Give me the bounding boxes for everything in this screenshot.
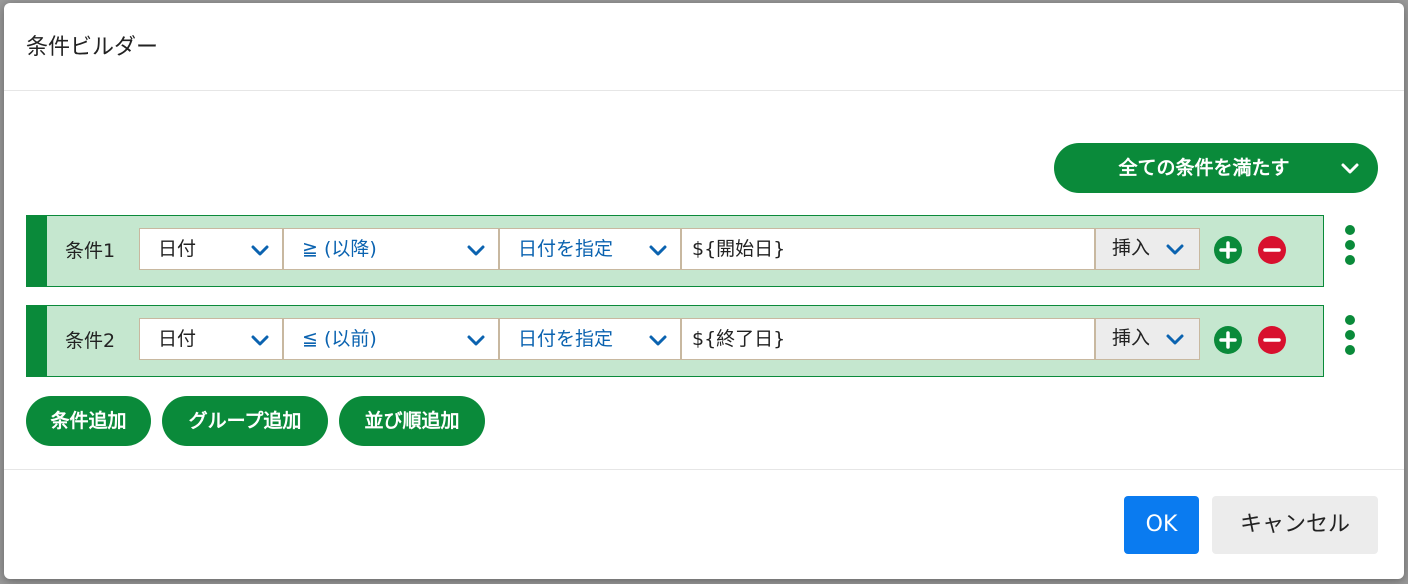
- row-accent-stripe: [27, 306, 47, 376]
- add-sort-button[interactable]: 並び順追加: [339, 396, 485, 446]
- value-type-select-value: 日付を指定: [518, 328, 614, 350]
- field-select[interactable]: 日付: [139, 318, 283, 360]
- ok-button[interactable]: OK: [1124, 496, 1199, 554]
- insert-menu-button[interactable]: 挿入: [1095, 318, 1200, 360]
- remove-condition-icon[interactable]: [1258, 236, 1286, 264]
- add-condition-button[interactable]: 条件追加: [26, 396, 151, 446]
- match-mode-select[interactable]: 全ての条件を満たす: [1054, 143, 1378, 193]
- condition-value-text: ${開始日}: [692, 238, 786, 260]
- row-menu-icon[interactable]: [1340, 225, 1360, 269]
- operator-select-value: ≦ (以前): [302, 328, 377, 350]
- operator-select[interactable]: ≧ (以降): [283, 228, 499, 270]
- chevron-down-icon: [467, 245, 485, 256]
- condition-value-input[interactable]: ${終了日}: [681, 318, 1095, 360]
- chevron-down-icon: [1341, 163, 1359, 174]
- chevron-down-icon: [649, 335, 667, 346]
- insert-button-label: 挿入: [1112, 327, 1151, 349]
- chevron-down-icon: [1166, 334, 1184, 345]
- add-group-button[interactable]: グループ追加: [162, 396, 328, 446]
- chevron-down-icon: [649, 245, 667, 256]
- row-menu-icon[interactable]: [1340, 315, 1360, 359]
- value-type-select[interactable]: 日付を指定: [499, 318, 681, 360]
- match-mode-label: 全ての条件を満たす: [1118, 157, 1290, 179]
- condition-label: 条件1: [65, 240, 116, 262]
- dialog-header: 条件ビルダー: [4, 3, 1404, 91]
- row-accent-stripe: [27, 216, 47, 286]
- condition-label: 条件2: [65, 330, 116, 352]
- chevron-down-icon: [251, 245, 269, 256]
- field-select[interactable]: 日付: [139, 228, 283, 270]
- chevron-down-icon: [467, 335, 485, 346]
- condition-row-1: 条件1 日付 ≧ (以降) 日付を指定 ${開始日} 挿入: [26, 215, 1324, 287]
- insert-button-label: 挿入: [1112, 237, 1151, 259]
- operator-select[interactable]: ≦ (以前): [283, 318, 499, 360]
- condition-value-text: ${終了日}: [692, 328, 786, 350]
- condition-builder-dialog: 条件ビルダー 全ての条件を満たす 条件1 日付 ≧ (以降) 日付を指定 ${開…: [4, 3, 1404, 579]
- insert-menu-button[interactable]: 挿入: [1095, 228, 1200, 270]
- remove-condition-icon[interactable]: [1258, 326, 1286, 354]
- add-condition-icon[interactable]: [1214, 236, 1242, 264]
- chevron-down-icon: [1166, 244, 1184, 255]
- condition-value-input[interactable]: ${開始日}: [681, 228, 1095, 270]
- condition-row-2: 条件2 日付 ≦ (以前) 日付を指定 ${終了日} 挿入: [26, 305, 1324, 377]
- field-select-value: 日付: [158, 328, 197, 350]
- add-condition-icon[interactable]: [1214, 326, 1242, 354]
- footer-divider: [4, 469, 1404, 470]
- value-type-select[interactable]: 日付を指定: [499, 228, 681, 270]
- field-select-value: 日付: [158, 238, 197, 260]
- value-type-select-value: 日付を指定: [518, 238, 614, 260]
- dialog-title: 条件ビルダー: [26, 35, 159, 60]
- operator-select-value: ≧ (以降): [302, 238, 377, 260]
- cancel-button[interactable]: キャンセル: [1212, 496, 1378, 554]
- chevron-down-icon: [251, 335, 269, 346]
